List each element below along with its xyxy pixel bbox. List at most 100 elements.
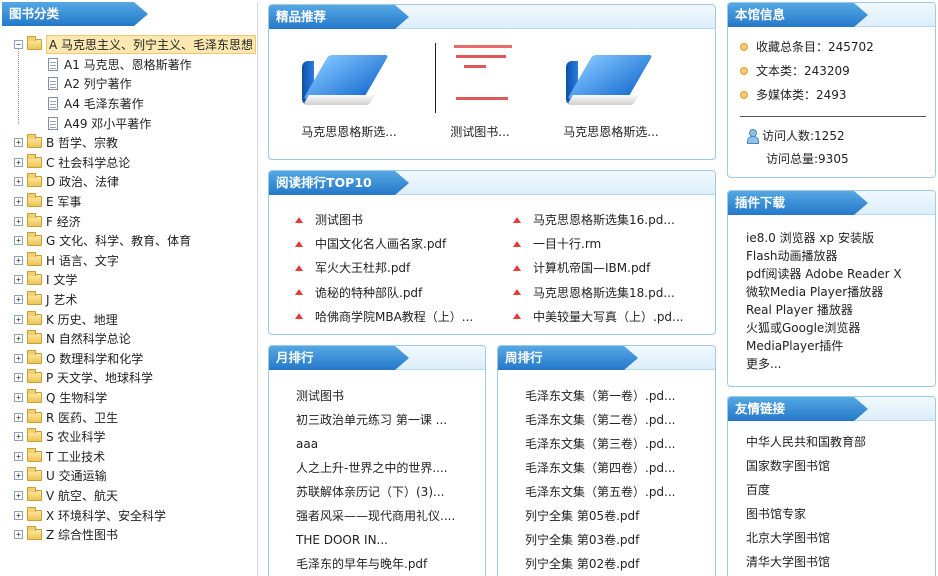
month-rank-item[interactable]: 毛泽东的早年与晚年.pdf xyxy=(296,556,455,576)
tree-node-category[interactable]: + C 社会科学总论 xyxy=(14,153,191,173)
expand-icon[interactable]: + xyxy=(14,236,23,246)
rank-item-label[interactable]: 一目十行.rm xyxy=(533,235,601,252)
month-rank-item[interactable]: 测试图书 xyxy=(296,388,455,412)
week-rank-item[interactable]: 列宁全集 第03卷.pdf xyxy=(525,532,676,556)
tree-node-label[interactable]: H 语言、文字 xyxy=(46,252,119,269)
plugin-link[interactable]: 更多... xyxy=(746,355,933,373)
friend-link[interactable]: 图书馆专家 xyxy=(746,505,866,529)
tree-node-category[interactable]: + O 数理科学和化学 xyxy=(14,349,191,369)
rank-item[interactable]: 测试图书 xyxy=(295,211,363,228)
rank-item[interactable]: 中美较量大写真（上）.pd... xyxy=(513,308,684,325)
tree-node-label[interactable]: X 环境科学、安全科学 xyxy=(46,507,166,524)
tree-node-category[interactable]: + X 环境科学、安全科学 xyxy=(14,505,191,525)
week-rank-item[interactable]: 列宁全集 第05卷.pdf xyxy=(525,508,676,532)
tree-node-label[interactable]: Q 生物科学 xyxy=(46,389,107,406)
tree-node-category[interactable]: + S 农业科学 xyxy=(14,427,191,447)
expand-icon[interactable]: + xyxy=(14,393,23,403)
friend-link[interactable]: 中华人民共和国教育部 xyxy=(746,433,866,457)
tree-node-label[interactable]: V 航空、航天 xyxy=(46,487,118,504)
tree-node-category[interactable]: + E 军事 xyxy=(14,192,191,212)
featured-doc-cover[interactable] xyxy=(435,43,519,113)
tree-node-label[interactable]: I 文学 xyxy=(46,271,77,288)
rank-item-label[interactable]: 马克思恩格斯选集18.pd... xyxy=(533,284,675,301)
collapse-icon[interactable]: − xyxy=(14,40,23,50)
expand-icon[interactable]: + xyxy=(14,157,23,167)
plugin-link[interactable]: 火狐或Google浏览器MediaPlayer插件 xyxy=(746,319,933,355)
rank-item[interactable]: 哈佛商学院MBA教程（上）... xyxy=(295,308,473,325)
rank-item[interactable]: 马克思恩格斯选集16.pd... xyxy=(513,211,675,228)
tree-node-category[interactable]: + I 文学 xyxy=(14,270,191,290)
tree-node-category[interactable]: + T 工业技术 xyxy=(14,447,191,467)
tree-node-category[interactable]: + D 政治、法律 xyxy=(14,172,191,192)
expand-icon[interactable]: + xyxy=(14,490,23,500)
tree-node-category[interactable]: + N 自然科学总论 xyxy=(14,329,191,349)
expand-icon[interactable]: + xyxy=(14,138,23,148)
rank-item-label[interactable]: 中国文化名人画名家.pdf xyxy=(315,235,446,252)
tree-node-label[interactable]: P 天文学、地球科学 xyxy=(46,369,153,386)
tree-node-category[interactable]: + Q 生物科学 xyxy=(14,388,191,408)
tree-leaf-label[interactable]: A2 列宁著作 xyxy=(64,75,132,92)
expand-icon[interactable]: + xyxy=(14,373,23,383)
plugin-link[interactable]: pdf阅读器 Adobe Reader X xyxy=(746,265,933,283)
rank-item[interactable]: 诡秘的特种部队.pdf xyxy=(295,284,422,301)
tree-leaf-label[interactable]: A4 毛泽东著作 xyxy=(64,95,144,112)
tree-leaf[interactable]: A49 邓小平著作 xyxy=(14,113,256,133)
tree-node-category[interactable]: + J 艺术 xyxy=(14,290,191,310)
expand-icon[interactable]: + xyxy=(14,412,23,422)
expand-icon[interactable]: + xyxy=(14,530,23,540)
expand-icon[interactable]: + xyxy=(14,471,23,481)
rank-item[interactable]: 军火大王杜邦.pdf xyxy=(295,259,410,276)
month-rank-item[interactable]: 人之上升-世界之中的世界.... xyxy=(296,460,455,484)
plugin-link[interactable]: ie8.0 浏览器 xp 安装版 xyxy=(746,229,933,247)
rank-item-label[interactable]: 测试图书 xyxy=(315,211,363,228)
expand-icon[interactable]: + xyxy=(14,432,23,442)
featured-item-label[interactable]: 马克思恩格斯选... xyxy=(541,123,681,140)
tree-node-category[interactable]: + G 文化、科学、教育、体育 xyxy=(14,231,191,251)
tree-node-category[interactable]: + K 历史、地理 xyxy=(14,309,191,329)
expand-icon[interactable]: + xyxy=(14,295,23,305)
expand-icon[interactable]: + xyxy=(14,197,23,207)
plugin-link[interactable]: 微软Media Player播放器 xyxy=(746,283,933,301)
expand-icon[interactable]: + xyxy=(14,275,23,285)
featured-item-label[interactable]: 马克思恩格斯选... xyxy=(279,123,419,140)
tree-node-category[interactable]: + U 交通运输 xyxy=(14,466,191,486)
tree-leaf[interactable]: A1 马克思、恩格斯著作 xyxy=(14,55,256,75)
tree-leaf-label[interactable]: A1 马克思、恩格斯著作 xyxy=(64,56,192,73)
tree-node-category[interactable]: + P 天文学、地球科学 xyxy=(14,368,191,388)
friend-link[interactable]: 清华大学图书馆 xyxy=(746,553,866,576)
rank-item-label[interactable]: 军火大王杜邦.pdf xyxy=(315,259,410,276)
tree-leaf[interactable]: A4 毛泽东著作 xyxy=(14,94,256,114)
tree-node-label[interactable]: K 历史、地理 xyxy=(46,311,118,328)
tree-leaf[interactable]: A2 列宁著作 xyxy=(14,74,256,94)
expand-icon[interactable]: + xyxy=(14,255,23,265)
tree-node-category[interactable]: + R 医药、卫生 xyxy=(14,407,191,427)
tree-node-label[interactable]: F 经济 xyxy=(46,213,81,230)
tree-node-category[interactable]: + B 哲学、宗教 xyxy=(14,133,191,153)
tree-node-label[interactable]: S 农业科学 xyxy=(46,428,105,445)
friend-link[interactable]: 国家数字图书馆 xyxy=(746,457,866,481)
friend-link[interactable]: 北京大学图书馆 xyxy=(746,529,866,553)
tree-node-label[interactable]: J 艺术 xyxy=(46,291,77,308)
rank-item[interactable]: 计算机帝国—IBM.pdf xyxy=(513,259,650,276)
friend-link[interactable]: 百度 xyxy=(746,481,866,505)
featured-item-label[interactable]: 测试图书... xyxy=(410,123,550,140)
tree-node-category[interactable]: + F 经济 xyxy=(14,211,191,231)
expand-icon[interactable]: + xyxy=(14,353,23,363)
rank-item-label[interactable]: 计算机帝国—IBM.pdf xyxy=(533,259,650,276)
week-rank-item[interactable]: 毛泽东文集（第五卷）.pd... xyxy=(525,484,676,508)
tree-node-category[interactable]: + Z 综合性图书 xyxy=(14,525,191,545)
tree-node-category[interactable]: + V 航空、航天 xyxy=(14,486,191,506)
month-rank-item[interactable]: THE DOOR IN... xyxy=(296,532,455,556)
expand-icon[interactable]: + xyxy=(14,334,23,344)
plugin-link[interactable]: Flash动画播放器 xyxy=(746,247,933,265)
tree-node-label[interactable]: C 社会科学总论 xyxy=(46,154,130,171)
tree-node-label[interactable]: A 马克思主义、列宁主义、毛泽东思想 xyxy=(46,35,257,55)
month-rank-item[interactable]: 初三政治单元练习 第一课 ... xyxy=(296,412,455,436)
plugin-link[interactable]: Real Player 播放器 xyxy=(746,301,933,319)
month-rank-item[interactable]: 强者风采——现代商用礼仪.... xyxy=(296,508,455,532)
expand-icon[interactable]: + xyxy=(14,451,23,461)
tree-node-label[interactable]: D 政治、法律 xyxy=(46,173,119,190)
tree-leaf-label[interactable]: A49 邓小平著作 xyxy=(64,115,151,132)
week-rank-item[interactable]: 毛泽东文集（第四卷）.pd... xyxy=(525,460,676,484)
week-rank-item[interactable]: 毛泽东文集（第三卷）.pd... xyxy=(525,436,676,460)
